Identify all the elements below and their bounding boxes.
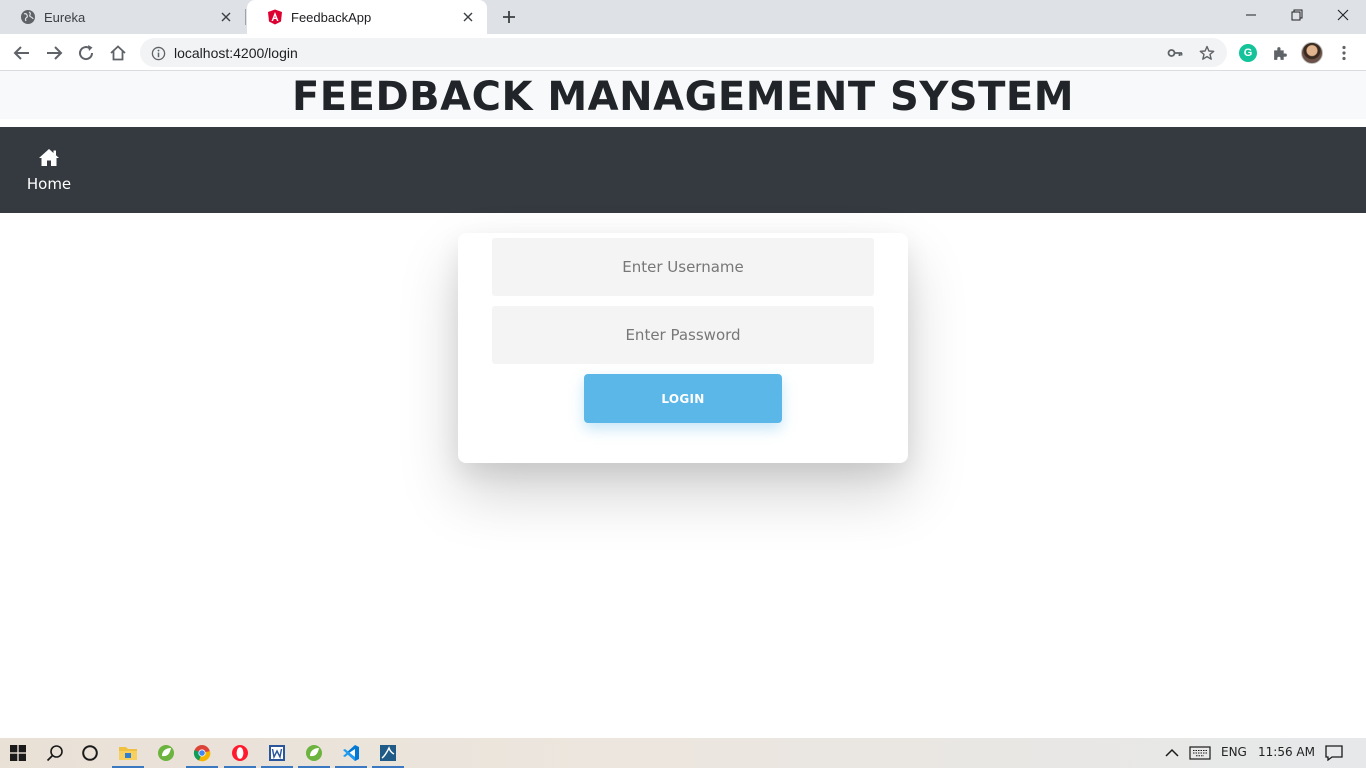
globe-icon [20, 9, 36, 25]
browser-tab-strip: Eureka FeedbackApp [0, 0, 1366, 34]
grammarly-extension-icon[interactable]: G [1237, 42, 1259, 64]
close-window-button[interactable] [1330, 4, 1356, 26]
opera-icon[interactable] [224, 742, 256, 768]
home-browser-button[interactable] [107, 42, 129, 64]
top-navbar: Home [0, 127, 1366, 213]
close-tab-icon[interactable] [217, 8, 235, 26]
tab-title: Eureka [44, 9, 86, 25]
file-explorer-icon[interactable] [112, 742, 144, 768]
profile-avatar[interactable] [1301, 42, 1323, 64]
login-card: LOGIN [458, 233, 908, 463]
address-url: localhost:4200/login [174, 45, 298, 61]
tab-divider [245, 9, 246, 25]
page-content: FEEDBACK MANAGEMENT SYSTEM Home LOGIN [0, 71, 1366, 738]
search-icon[interactable] [43, 742, 67, 764]
minimize-window-button[interactable] [1238, 4, 1264, 26]
login-button[interactable]: LOGIN [584, 374, 782, 423]
mysql-workbench-icon[interactable] [372, 742, 404, 768]
cortana-icon[interactable] [78, 742, 102, 764]
forward-button[interactable] [43, 42, 65, 64]
language-indicator[interactable]: ENG [1221, 745, 1247, 759]
close-tab-icon[interactable] [459, 8, 477, 26]
chrome-icon[interactable] [186, 742, 218, 768]
reload-button[interactable] [75, 42, 97, 64]
browser-tab-feedbackapp[interactable]: FeedbackApp [247, 0, 487, 34]
page-title: FEEDBACK MANAGEMENT SYSTEM [291, 73, 1075, 120]
windows-taskbar: ENG 11:56 AM [0, 738, 1366, 768]
home-icon [38, 147, 60, 167]
clock[interactable]: 11:56 AM [1258, 745, 1315, 759]
keyboard-icon[interactable] [1188, 742, 1212, 764]
key-icon[interactable] [1166, 44, 1184, 62]
nav-home-label: Home [26, 175, 72, 193]
address-bar[interactable]: localhost:4200/login [140, 38, 1227, 67]
angular-icon [267, 9, 283, 25]
nav-home-link[interactable]: Home [27, 147, 71, 199]
spring-tool-suite-icon[interactable] [298, 742, 330, 768]
browser-toolbar: localhost:4200/login G [0, 34, 1366, 71]
tab-title: FeedbackApp [291, 9, 372, 25]
app-header: FEEDBACK MANAGEMENT SYSTEM [0, 71, 1366, 120]
restore-window-button[interactable] [1284, 4, 1310, 26]
site-info-icon[interactable] [150, 45, 166, 61]
vscode-icon[interactable] [335, 742, 367, 768]
back-button[interactable] [11, 42, 33, 64]
tray-overflow-chevron-icon[interactable] [1160, 742, 1184, 764]
extensions-puzzle-icon[interactable] [1269, 42, 1291, 64]
spring-tool-suite-icon[interactable] [154, 742, 178, 764]
windows-start-icon[interactable] [6, 742, 30, 764]
new-tab-button[interactable] [499, 7, 519, 27]
username-input[interactable] [492, 238, 874, 296]
word-icon[interactable] [261, 742, 293, 768]
browser-menu-icon[interactable] [1333, 42, 1355, 64]
browser-tab-eureka[interactable]: Eureka [0, 0, 245, 34]
password-input[interactable] [492, 306, 874, 364]
bookmark-star-icon[interactable] [1198, 44, 1216, 62]
notification-center-icon[interactable] [1322, 742, 1346, 764]
